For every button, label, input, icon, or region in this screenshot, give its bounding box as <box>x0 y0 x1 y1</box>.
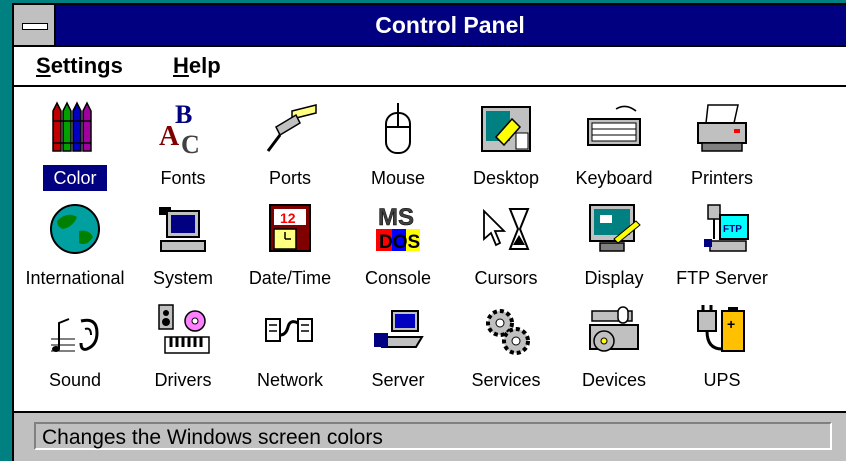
control-panel-item-ftp-server[interactable]: FTP FTP Server <box>668 199 776 299</box>
devices-icon <box>589 306 639 352</box>
menu-settings-label: ettings <box>50 53 123 78</box>
svg-text:C: C <box>181 130 200 157</box>
icon-area: Color B A C Fonts Ports Mouse Desktop Ke… <box>14 87 846 413</box>
control-panel-item-desktop[interactable]: Desktop <box>452 99 560 199</box>
fonts-icon: B A C <box>159 101 200 157</box>
menu-help-accelerator: H <box>173 53 189 78</box>
control-panel-window: Control Panel Settings Help Color B A C … <box>12 3 846 461</box>
control-panel-item-date-time[interactable]: 12 Date/Time <box>236 199 344 299</box>
svg-text:DOS: DOS <box>379 232 420 253</box>
globe-icon <box>50 204 100 254</box>
status-text: Changes the Windows screen colors <box>34 422 832 450</box>
control-panel-item-system[interactable]: System <box>129 199 237 299</box>
sound-icon <box>51 318 99 352</box>
mouse-icon <box>385 103 411 154</box>
control-panel-item-server[interactable]: Server <box>344 301 452 401</box>
desktop-icon <box>481 106 531 152</box>
control-panel-item-printers[interactable]: Printers <box>668 99 776 199</box>
system-menu-icon <box>22 23 48 30</box>
menu-settings-accelerator: S <box>36 53 51 78</box>
svg-text:FTP: FTP <box>723 224 742 235</box>
ms-dos-icon: MS DOS <box>376 204 420 253</box>
calendar-clock-icon: 12 <box>269 204 311 252</box>
control-panel-item-devices[interactable]: Devices <box>560 301 668 401</box>
server-icon <box>374 310 424 348</box>
drivers-icon <box>158 304 210 354</box>
keyboard-icon <box>587 105 641 146</box>
item-label: UPS <box>703 370 741 390</box>
system-menu-button[interactable] <box>14 5 56 45</box>
control-panel-item-ports[interactable]: Ports <box>236 99 344 199</box>
menu-help[interactable]: Help <box>173 47 221 85</box>
svg-text:A: A <box>159 121 180 152</box>
item-label: Color <box>43 165 107 191</box>
menu-bar: Settings Help <box>14 47 846 87</box>
printer-icon <box>697 104 747 152</box>
gears-icon <box>486 309 530 355</box>
item-label: FTP Server <box>676 268 768 288</box>
ups-battery-icon: + <box>697 305 745 352</box>
control-panel-item-international[interactable]: International <box>21 199 129 299</box>
control-panel-item-keyboard[interactable]: Keyboard <box>560 99 668 199</box>
network-icon <box>265 318 313 342</box>
window-frame: Control Panel Settings Help Color B A C … <box>14 5 846 461</box>
cursor-hourglass-icon <box>483 208 530 250</box>
svg-text:MS: MS <box>378 204 414 231</box>
title-bar[interactable]: Control Panel <box>14 5 846 47</box>
menu-settings[interactable]: Settings <box>36 47 123 85</box>
window-title: Control Panel <box>375 12 525 38</box>
control-panel-item-sound[interactable]: Sound <box>21 301 129 401</box>
control-panel-item-cursors[interactable]: Cursors <box>452 199 560 299</box>
control-panel-item-network[interactable]: Network <box>236 301 344 401</box>
control-panel-item-mouse[interactable]: Mouse <box>344 99 452 199</box>
color-crayons-icon <box>52 101 92 152</box>
control-panel-item-ups[interactable]: + UPS <box>668 301 776 401</box>
monitor-icon <box>589 204 641 252</box>
control-panel-item-services[interactable]: Services <box>452 301 560 401</box>
computer-icon <box>159 207 206 252</box>
ports-icon <box>266 104 317 152</box>
svg-text:+: + <box>727 316 735 332</box>
control-panel-item-console[interactable]: MS DOS Console <box>344 199 452 299</box>
control-panel-item-color[interactable]: Color <box>21 99 129 199</box>
item-label: Printers <box>690 168 753 188</box>
control-panel-item-drivers[interactable]: Drivers <box>129 301 237 401</box>
svg-text:12: 12 <box>280 210 296 226</box>
control-panel-item-fonts[interactable]: B A C Fonts <box>129 99 237 199</box>
control-panel-item-display[interactable]: Display <box>560 199 668 299</box>
ftp-server-icon: FTP <box>704 204 749 252</box>
status-bar: Changes the Windows screen colors <box>14 411 846 461</box>
menu-help-label: elp <box>188 53 221 78</box>
